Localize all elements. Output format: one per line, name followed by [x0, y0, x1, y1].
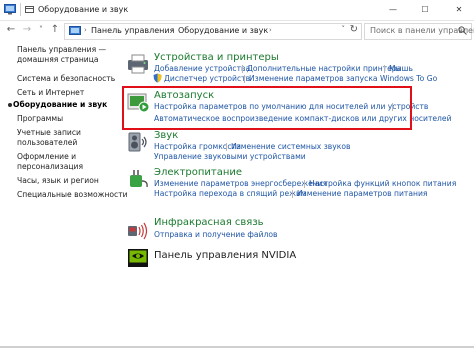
sidebar-item-appearance-cont[interactable]: персонализация — [17, 162, 83, 172]
devices-printers-title[interactable]: Устройства и принтеры — [154, 52, 279, 63]
titlebar-separator — [20, 3, 21, 16]
back-button[interactable]: ← — [4, 23, 18, 37]
sidebar-item-accessibility[interactable]: Специальные возможности — [17, 190, 128, 200]
breadcrumb-separator: › — [269, 26, 272, 34]
maximize-button[interactable]: ☐ — [414, 0, 436, 20]
sidebar-item-user-accounts[interactable]: Учетные записи — [17, 128, 81, 138]
send-receive-files-link[interactable]: Отправка и получение файлов — [154, 230, 277, 239]
sidebar: Панель управления — домашняя страница Си… — [0, 42, 128, 342]
search-icon[interactable] — [458, 26, 467, 35]
link-separator — [226, 143, 227, 151]
sidebar-item-programs[interactable]: Программы — [17, 114, 63, 124]
volume-link[interactable]: Настройка громкости — [154, 142, 241, 151]
power-buttons-link[interactable]: Настройка функций кнопок питания — [309, 179, 456, 188]
link-separator — [304, 180, 305, 188]
sidebar-item-home-cont[interactable]: домашняя страница — [17, 55, 99, 65]
sound-devices-link[interactable]: Управление звуковыми устройствами — [154, 152, 306, 161]
chevron-down-icon[interactable]: ˅ — [342, 25, 346, 33]
sidebar-item-system-security[interactable]: Система и безопасность — [17, 74, 115, 84]
sidebar-item-home[interactable]: Панель управления — — [17, 45, 106, 55]
sidebar-item-hardware-sound[interactable]: Оборудование и звук — [13, 100, 107, 110]
sidebar-item-clock-region[interactable]: Часы, язык и регион — [17, 176, 99, 186]
title-bar: Оборудование и звук — ☐ ✕ — [0, 0, 474, 21]
link-separator — [242, 65, 243, 73]
address-bar[interactable]: › Панель управления › Оборудование и зву… — [64, 23, 362, 40]
window-title: Оборудование и звук — [38, 5, 129, 14]
breadcrumb-separator: › — [84, 26, 87, 34]
active-indicator — [8, 103, 12, 107]
sleep-mode-link[interactable]: Настройка перехода в спящий режим — [154, 189, 307, 198]
navigation-bar: ← → ˅ ↑ › Панель управления › Оборудован… — [0, 21, 474, 41]
recent-locations-button[interactable]: ˅ — [34, 23, 48, 37]
sidebar-item-appearance[interactable]: Оформление и — [17, 152, 76, 162]
quick-access-icon[interactable] — [25, 5, 34, 14]
link-separator — [292, 190, 293, 198]
printer-icon[interactable] — [126, 52, 150, 76]
power-plan-link[interactable]: Изменение параметров питания — [297, 189, 427, 198]
infrared-icon[interactable] — [126, 217, 150, 241]
add-device-link[interactable]: Добавление устройства — [154, 64, 250, 73]
printer-settings-link[interactable]: Дополнительные настройки принтера — [247, 64, 401, 73]
device-manager-link[interactable]: Диспетчер устройств — [164, 74, 250, 83]
power-icon[interactable] — [126, 167, 150, 191]
breadcrumb-hardware-sound[interactable]: Оборудование и звук — [178, 26, 268, 35]
speaker-icon[interactable] — [126, 130, 150, 154]
minimize-button[interactable]: — — [382, 0, 404, 20]
refresh-icon[interactable]: ↻ — [350, 24, 358, 35]
shield-icon — [153, 73, 162, 83]
energy-saving-link[interactable]: Изменение параметров энергосбережения — [154, 179, 327, 188]
control-panel-icon — [69, 26, 81, 35]
nvidia-icon[interactable] — [126, 246, 150, 270]
up-button[interactable]: ↑ — [48, 23, 62, 37]
sidebar-item-network[interactable]: Сеть и Интернет — [17, 88, 84, 98]
search-box[interactable]: Поиск в панели управления — [364, 23, 474, 40]
mouse-link[interactable]: Мышь — [389, 64, 413, 73]
control-panel-icon — [4, 4, 16, 15]
highlight-box — [122, 86, 412, 130]
nvidia-title[interactable]: Панель управления NVIDIA — [154, 250, 296, 261]
sidebar-item-user-accounts-cont[interactable]: пользователей — [17, 138, 77, 148]
link-separator — [244, 75, 245, 83]
breadcrumb-control-panel[interactable]: Панель управления — [91, 26, 174, 35]
power-title[interactable]: Электропитание — [154, 167, 242, 178]
link-separator — [384, 65, 385, 73]
infrared-title[interactable]: Инфракрасная связь — [154, 217, 264, 228]
sound-title[interactable]: Звук — [154, 130, 178, 141]
windows-to-go-link[interactable]: Изменение параметров запуска Windows To … — [249, 74, 437, 83]
system-sounds-link[interactable]: Изменение системных звуков — [231, 142, 350, 151]
close-button[interactable]: ✕ — [448, 0, 470, 20]
forward-button[interactable]: → — [20, 23, 34, 37]
breadcrumb-separator: › — [171, 26, 174, 34]
